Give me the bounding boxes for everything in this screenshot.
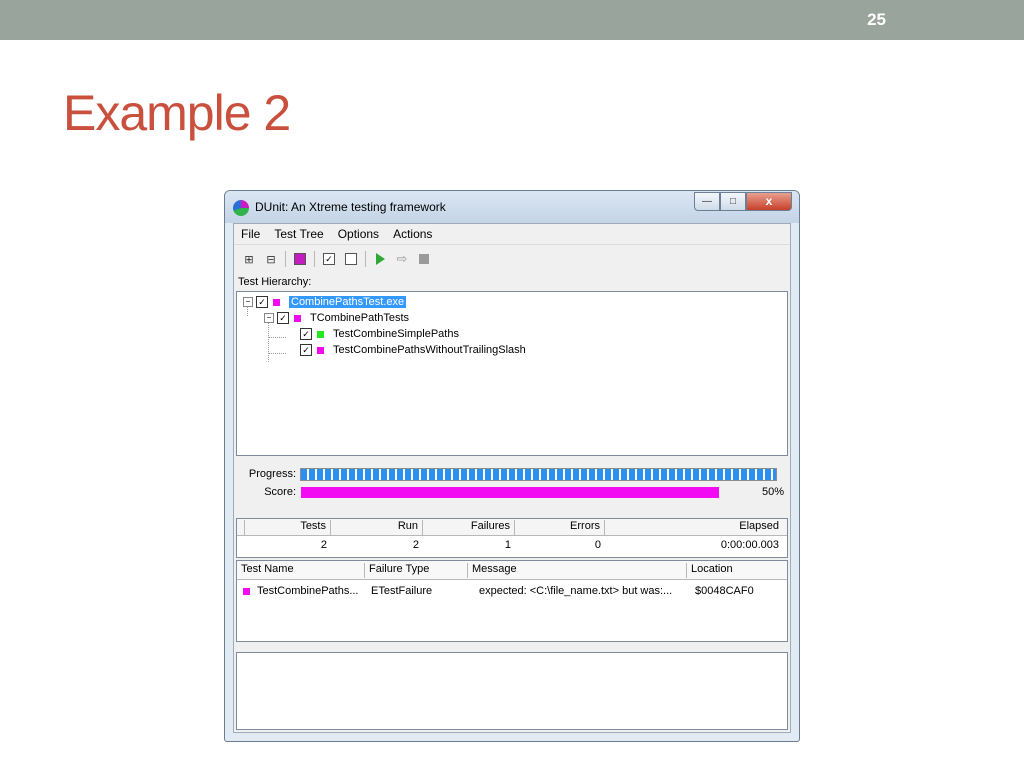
stats-header: Tests Run Failures Errors Elapsed — [237, 519, 787, 536]
col-message[interactable]: Message — [468, 563, 687, 578]
check-all-button[interactable]: ✓ — [318, 249, 340, 269]
toolbar-separator — [285, 251, 286, 267]
col-location[interactable]: Location — [687, 563, 783, 578]
node-checkbox[interactable]: ✓ — [300, 344, 312, 356]
menu-bar: File Test Tree Options Actions — [234, 224, 790, 245]
stop-icon — [419, 254, 429, 264]
client-area: File Test Tree Options Actions ⊞ ⊟ ✓ ⇨ T… — [233, 223, 791, 733]
stats-table: Tests Run Failures Errors Elapsed 2 2 1 … — [236, 518, 788, 558]
toolbar-separator — [314, 251, 315, 267]
stats-tests-value: 2 — [320, 539, 327, 551]
run-icon — [375, 253, 385, 265]
failure-test-name: TestCombinePaths... — [257, 585, 359, 597]
tree-collapse-button[interactable]: ⊟ — [260, 249, 282, 269]
menu-file[interactable]: File — [234, 224, 267, 244]
check-all-icon: ✓ — [323, 253, 335, 265]
stats-errors-value: 0 — [594, 539, 601, 551]
minimize-button[interactable]: — — [694, 192, 720, 211]
stats-header-spacer — [237, 520, 245, 535]
node-checkbox[interactable]: ✓ — [300, 328, 312, 340]
tree-line — [268, 353, 286, 354]
tree-collapse-icon: ⊟ — [266, 252, 276, 266]
failure-status-icon — [243, 588, 250, 595]
stop-button[interactable] — [413, 249, 435, 269]
stats-header-elapsed[interactable]: Elapsed — [605, 520, 783, 535]
failure-list-header: Test Name Failure Type Message Location — [237, 561, 787, 580]
failure-details-pane[interactable] — [236, 652, 788, 730]
maximize-button[interactable]: □ — [720, 192, 746, 211]
node-checkbox[interactable]: ✓ — [277, 312, 289, 324]
collapse-icon[interactable]: − — [243, 297, 253, 307]
title-bar[interactable]: DUnit: An Xtreme testing framework — □ x — [225, 191, 799, 223]
menu-actions[interactable]: Actions — [386, 224, 439, 244]
slide-number: 25 — [867, 10, 886, 29]
tree-expand-button[interactable]: ⊞ — [238, 249, 260, 269]
failure-list[interactable]: Test Name Failure Type Message Location … — [236, 560, 788, 642]
progress-fill — [301, 469, 776, 480]
status-icon — [294, 314, 301, 322]
select-failed-icon — [294, 253, 306, 265]
score-label: Score: — [264, 486, 296, 498]
stats-header-failures[interactable]: Failures — [423, 520, 515, 535]
tree-line — [268, 322, 269, 362]
tree-node-root[interactable]: − ✓ CombinePathsTest.exe — [243, 294, 407, 310]
tree-expand-icon: ⊞ — [244, 252, 254, 266]
failure-message: expected: <C:\file_name.txt> but was:... — [479, 585, 673, 597]
tree-line — [268, 337, 286, 338]
tree-node-label: CombinePathsTest.exe — [289, 296, 407, 308]
stats-run-value: 2 — [412, 539, 419, 551]
stats-elapsed-value: 0:00:00.003 — [720, 539, 779, 551]
progress-bar — [300, 468, 777, 481]
run-selected-button[interactable]: ⇨ — [391, 249, 413, 269]
menu-test-tree[interactable]: Test Tree — [267, 224, 330, 244]
menu-options[interactable]: Options — [331, 224, 386, 244]
stats-header-run[interactable]: Run — [331, 520, 423, 535]
failure-location: $0048CAF0 — [695, 585, 754, 597]
tree-node-suite[interactable]: − ✓ TCombinePathTests — [264, 310, 409, 326]
dunit-window: DUnit: An Xtreme testing framework — □ x… — [224, 190, 800, 742]
score-percent: 50% — [761, 486, 784, 498]
stats-failures-value: 1 — [504, 539, 511, 551]
score-fill — [301, 487, 719, 498]
window-title: DUnit: An Xtreme testing framework — [255, 200, 446, 214]
status-icon — [273, 298, 280, 306]
test-hierarchy-label: Test Hierarchy: — [238, 276, 312, 288]
progress-label: Progress: — [248, 468, 296, 480]
run-button[interactable] — [369, 249, 391, 269]
tree-node-test[interactable]: ✓ TestCombinePathsWithoutTrailingSlash — [300, 342, 526, 358]
test-tree[interactable]: − ✓ CombinePathsTest.exe − ✓ TCombinePat… — [236, 291, 788, 456]
tree-node-test[interactable]: ✓ TestCombineSimplePaths — [300, 326, 459, 342]
failure-type: ETestFailure — [371, 585, 433, 597]
toolbar-separator — [365, 251, 366, 267]
status-icon — [317, 330, 324, 338]
slide-title: Example 2 — [63, 85, 291, 141]
slide-header-bar: 25 — [0, 0, 1024, 40]
run-selected-icon: ⇨ — [396, 251, 408, 266]
window-controls: — □ x — [694, 192, 792, 212]
uncheck-all-button[interactable] — [340, 249, 362, 269]
score-bar — [300, 486, 720, 499]
tree-node-label: TestCombinePathsWithoutTrailingSlash — [333, 344, 526, 356]
status-icon — [317, 346, 324, 354]
collapse-icon[interactable]: − — [264, 313, 274, 323]
app-icon — [233, 200, 249, 216]
select-failed-button[interactable] — [289, 249, 311, 269]
toolbar: ⊞ ⊟ ✓ ⇨ — [238, 248, 435, 270]
col-test-name[interactable]: Test Name — [237, 563, 365, 578]
tree-node-label: TCombinePathTests — [310, 312, 410, 324]
stats-header-tests[interactable]: Tests — [245, 520, 331, 535]
progress-panel: Progress: Score: 50% — [234, 461, 790, 505]
close-button[interactable]: x — [746, 192, 792, 211]
stats-header-errors[interactable]: Errors — [515, 520, 605, 535]
uncheck-all-icon — [345, 253, 357, 265]
node-checkbox[interactable]: ✓ — [256, 296, 268, 308]
col-failure-type[interactable]: Failure Type — [365, 563, 468, 578]
tree-node-label: TestCombineSimplePaths — [333, 328, 459, 340]
